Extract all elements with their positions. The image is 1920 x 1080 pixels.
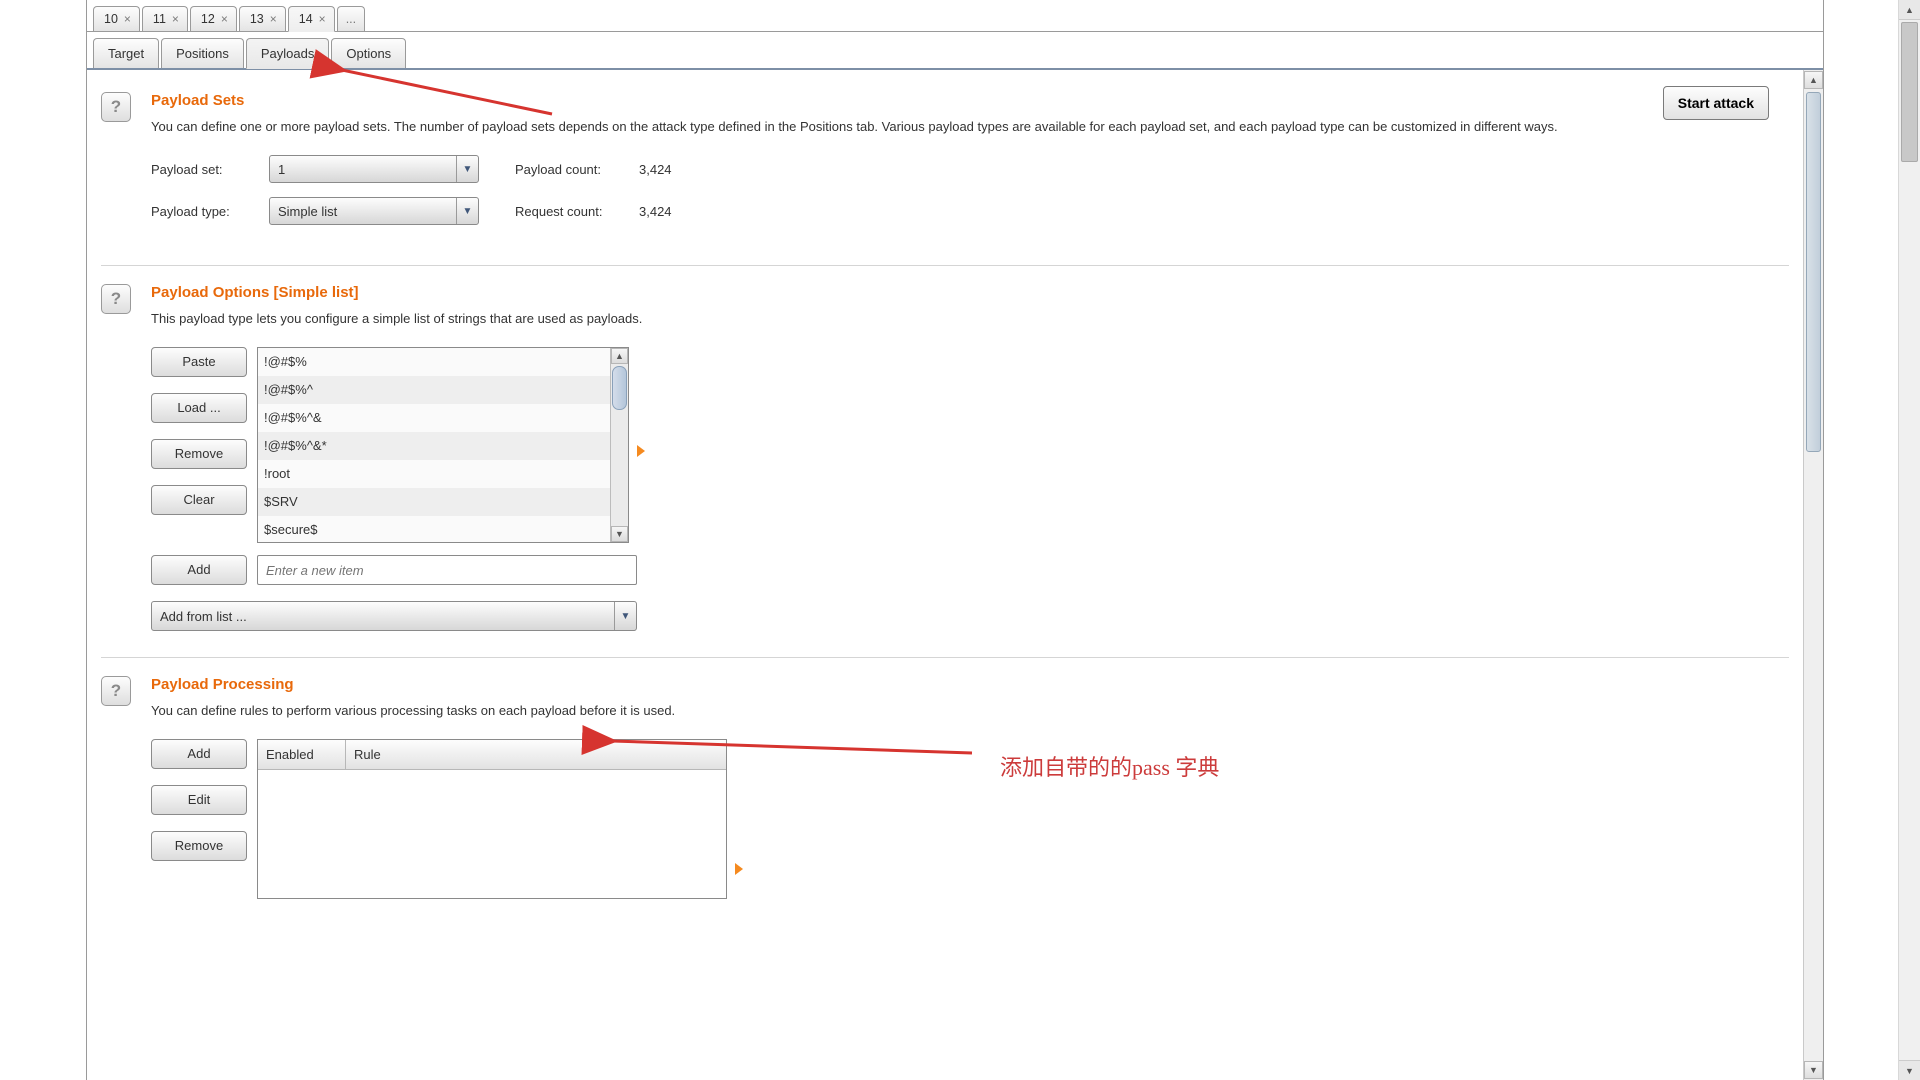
section-desc: This payload type lets you configure a s… xyxy=(151,309,1611,329)
close-icon[interactable]: × xyxy=(124,12,131,26)
tab-label: 12 xyxy=(201,12,215,26)
list-item[interactable]: !@#$%^&* xyxy=(258,432,610,460)
help-icon[interactable]: ? xyxy=(101,284,131,314)
scroll-up-icon[interactable]: ▲ xyxy=(1804,71,1823,89)
select-value: 1 xyxy=(278,162,285,177)
payload-type-label: Payload type: xyxy=(151,204,269,219)
section-desc: You can define one or more payload sets.… xyxy=(151,117,1611,137)
scroll-up-icon[interactable]: ▲ xyxy=(611,348,628,364)
close-icon[interactable]: × xyxy=(221,12,228,26)
tab-options[interactable]: Options xyxy=(331,38,406,68)
processing-rules-table[interactable]: Enabled Rule xyxy=(257,739,727,899)
tab-overflow[interactable]: ... xyxy=(337,6,365,31)
tab-target[interactable]: Target xyxy=(93,38,159,68)
close-icon[interactable]: × xyxy=(319,12,326,26)
scroll-down-icon[interactable]: ▼ xyxy=(611,526,628,542)
scroll-thumb[interactable] xyxy=(612,366,627,410)
section-payload-options: ? Payload Options [Simple list] This pay… xyxy=(101,276,1789,658)
list-item[interactable]: $SRV xyxy=(258,488,610,516)
scroll-thumb[interactable] xyxy=(1806,92,1821,452)
col-enabled[interactable]: Enabled xyxy=(258,740,346,769)
section-desc: You can define rules to perform various … xyxy=(151,701,1611,721)
add-rule-button[interactable]: Add xyxy=(151,739,247,769)
list-item[interactable]: !root xyxy=(258,460,610,488)
payload-set-label: Payload set: xyxy=(151,162,269,177)
tab-label: 11 xyxy=(153,12,166,26)
request-count-value: 3,424 xyxy=(639,204,672,219)
col-rule[interactable]: Rule xyxy=(346,740,726,769)
paste-button[interactable]: Paste xyxy=(151,347,247,377)
help-icon[interactable]: ? xyxy=(101,676,131,706)
right-arrow-icon xyxy=(637,445,645,457)
tab-payloads[interactable]: Payloads xyxy=(246,38,329,69)
section-payload-processing: ? Payload Processing You can define rule… xyxy=(101,668,1789,925)
scroll-up-icon[interactable]: ▲ xyxy=(1899,0,1920,20)
list-item[interactable]: !@#$%^ xyxy=(258,376,610,404)
scroll-thumb[interactable] xyxy=(1901,22,1918,162)
payload-listbox[interactable]: !@#$% !@#$%^ !@#$%^& !@#$%^&* !root $SRV… xyxy=(257,347,629,543)
listbox-scrollbar[interactable]: ▲ ▼ xyxy=(610,348,628,542)
payload-count-value: 3,424 xyxy=(639,162,672,177)
new-item-input[interactable] xyxy=(257,555,637,585)
tab-label: 14 xyxy=(299,12,313,26)
chevron-down-icon: ▼ xyxy=(456,156,478,182)
section-title: Payload Options [Simple list] xyxy=(151,284,1789,301)
section-tab-strip: Target Positions Payloads Options xyxy=(87,32,1823,70)
payload-set-select[interactable]: 1 ▼ xyxy=(269,155,479,183)
section-title: Payload Sets xyxy=(151,92,1789,109)
tab-11[interactable]: 11 × xyxy=(142,6,188,31)
tab-12[interactable]: 12 × xyxy=(190,6,237,31)
add-button[interactable]: Add xyxy=(151,555,247,585)
numbered-tab-strip: 10 × 11 × 12 × 13 × 14 × ... xyxy=(87,0,1823,32)
tab-13[interactable]: 13 × xyxy=(239,6,286,31)
tab-dots: ... xyxy=(346,12,356,26)
remove-button[interactable]: Remove xyxy=(151,439,247,469)
tab-positions[interactable]: Positions xyxy=(161,38,244,68)
section-title: Payload Processing xyxy=(151,676,1789,693)
tab-label: 10 xyxy=(104,12,118,26)
page-scrollbar[interactable]: ▲ ▼ xyxy=(1898,0,1920,1080)
tab-14[interactable]: 14 × xyxy=(288,6,335,32)
load-button[interactable]: Load ... xyxy=(151,393,247,423)
list-item[interactable]: !@#$%^& xyxy=(258,404,610,432)
payload-type-select[interactable]: Simple list ▼ xyxy=(269,197,479,225)
chevron-down-icon: ▼ xyxy=(614,602,636,630)
list-item[interactable]: !@#$% xyxy=(258,348,610,376)
help-icon[interactable]: ? xyxy=(101,92,131,122)
tab-10[interactable]: 10 × xyxy=(93,6,140,31)
content-scrollbar[interactable]: ▲ ▼ xyxy=(1803,70,1823,1080)
table-header: Enabled Rule xyxy=(258,740,726,770)
tab-label: 13 xyxy=(250,12,264,26)
start-attack-button[interactable]: Start attack xyxy=(1663,86,1769,120)
scroll-down-icon[interactable]: ▼ xyxy=(1899,1060,1920,1080)
clear-button[interactable]: Clear xyxy=(151,485,247,515)
edit-rule-button[interactable]: Edit xyxy=(151,785,247,815)
scroll-down-icon[interactable]: ▼ xyxy=(1804,1061,1823,1079)
add-from-list-combo[interactable]: Add from list ... ▼ xyxy=(151,601,637,631)
combo-value: Add from list ... xyxy=(160,609,247,624)
chevron-down-icon: ▼ xyxy=(456,198,478,224)
close-icon[interactable]: × xyxy=(172,12,179,26)
section-payload-sets: ? Payload Sets You can define one or mor… xyxy=(101,84,1789,266)
request-count-label: Request count: xyxy=(515,204,639,219)
payload-count-label: Payload count: xyxy=(515,162,639,177)
select-value: Simple list xyxy=(278,204,337,219)
remove-rule-button[interactable]: Remove xyxy=(151,831,247,861)
close-icon[interactable]: × xyxy=(270,12,277,26)
right-arrow-icon xyxy=(735,863,743,875)
list-item[interactable]: $secure$ xyxy=(258,516,610,542)
